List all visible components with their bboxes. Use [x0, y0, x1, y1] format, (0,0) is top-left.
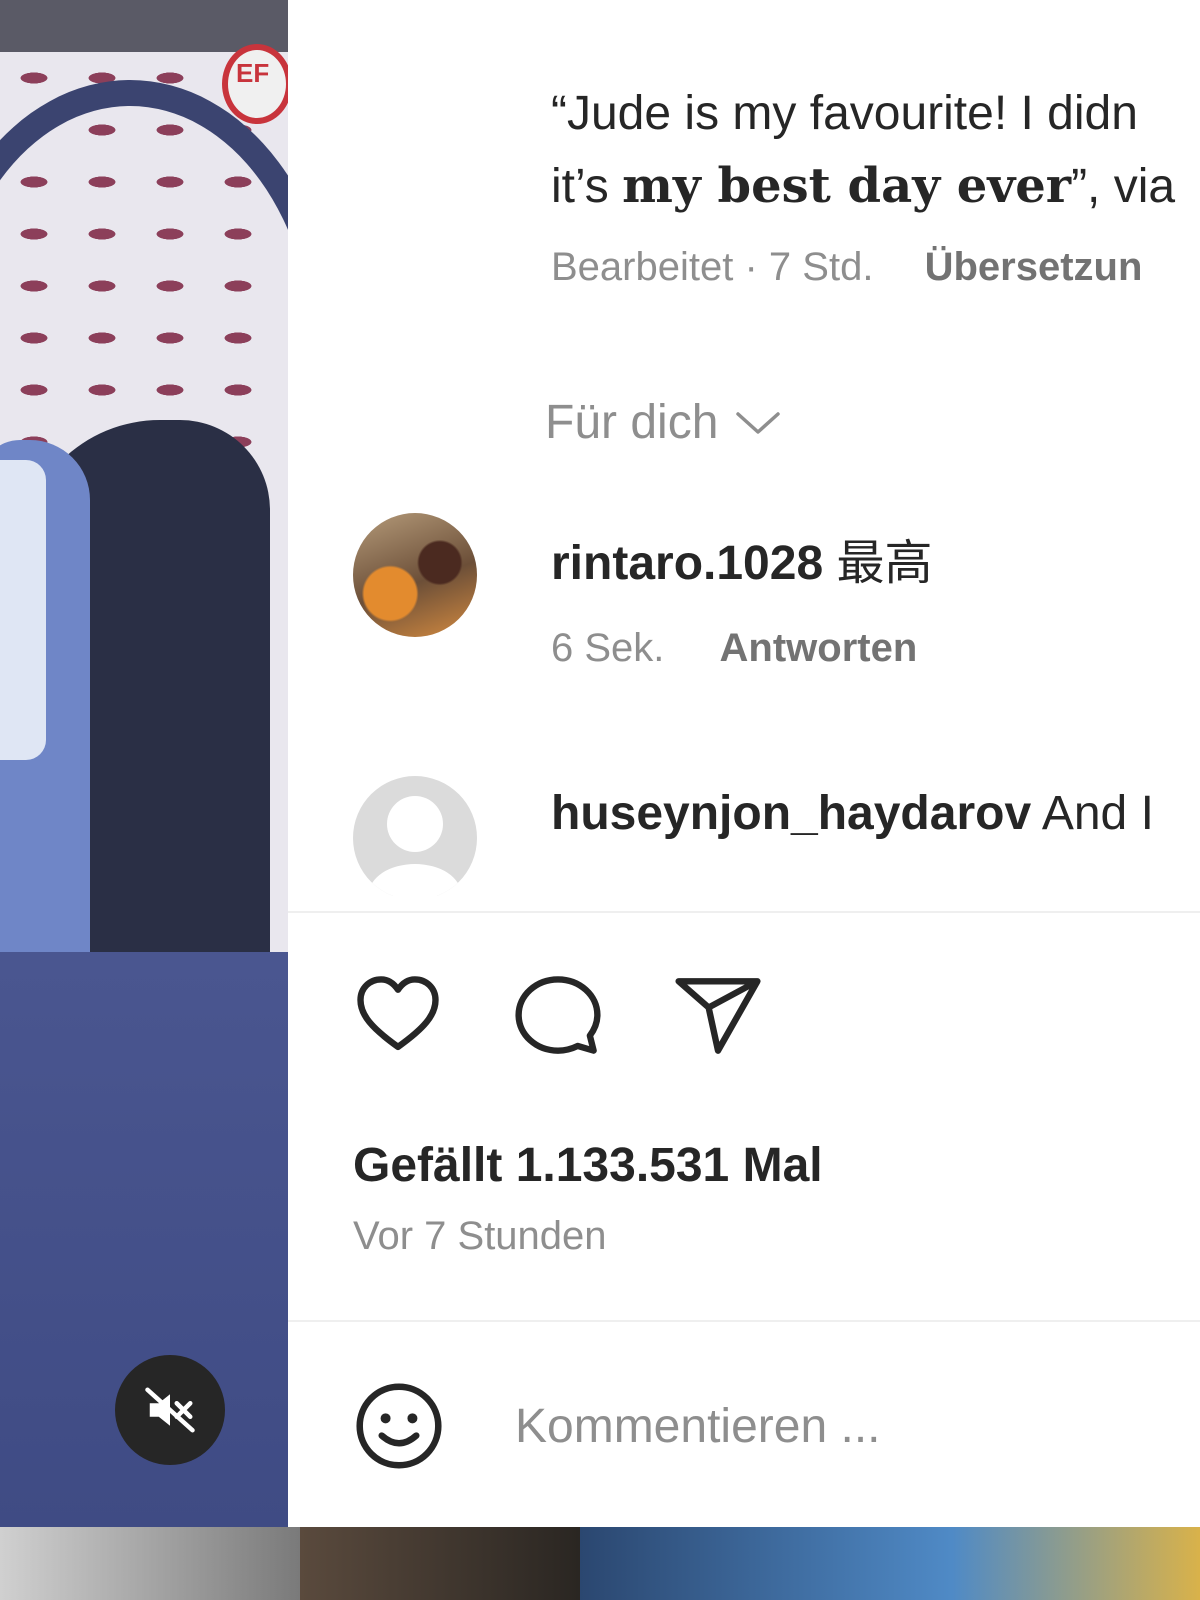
- caption-age: 7 Std.: [768, 245, 874, 289]
- post-caption: “Jude is my favourite! I didn it’s my be…: [551, 78, 1175, 223]
- reply-button[interactable]: Antworten: [720, 626, 918, 670]
- translate-link[interactable]: Übersetzun: [925, 245, 1143, 289]
- feed-thumbnail[interactable]: [580, 1527, 1200, 1600]
- comment-input[interactable]: [513, 1397, 1077, 1455]
- comment-body: And I: [1041, 787, 1154, 840]
- comment-username[interactable]: rintaro.1028: [551, 537, 823, 590]
- comment-item: huseynjon_haydarov And I: [353, 776, 1193, 896]
- default-profile-icon[interactable]: [353, 776, 477, 896]
- comment-composer: [353, 1380, 1077, 1472]
- caption-meta: Bearbeitet · 7 Std. Übersetzun: [551, 245, 1142, 290]
- caption-text: it’s: [551, 160, 623, 213]
- edited-label: Bearbeitet: [551, 245, 734, 289]
- feed-thumbnail[interactable]: [0, 1527, 300, 1600]
- meta-separator: ·: [744, 245, 758, 289]
- paper-plane-icon[interactable]: [673, 970, 763, 1060]
- comment-age: 6 Sek.: [551, 626, 665, 670]
- comment-text: rintaro.1028 最高: [551, 523, 933, 593]
- post-actions: [353, 970, 763, 1060]
- comment-username[interactable]: huseynjon_haydarov: [551, 787, 1031, 840]
- video-top-strip: [0, 0, 288, 52]
- post-details-panel: “Jude is my favourite! I didn it’s my be…: [288, 0, 1200, 1527]
- comment-bubble-icon[interactable]: [513, 970, 603, 1060]
- default-avatar-silhouette: [369, 796, 461, 896]
- speaker-muted-icon: [145, 1387, 195, 1433]
- caption-line-1: “Jude is my favourite! I didn: [551, 87, 1138, 140]
- feed-thumbnails: [0, 1527, 1200, 1600]
- video-sign-text: EF: [236, 58, 270, 88]
- comment-body: 最高: [836, 537, 933, 590]
- actions-divider: [288, 911, 1200, 913]
- caption-bold-text: my best day ever: [622, 158, 1072, 214]
- comments-sort-dropdown[interactable]: Für dich: [545, 395, 782, 450]
- comment-meta: 6 Sek. Antworten: [551, 626, 917, 671]
- caption-line-2: it’s my best day ever”, via: [551, 150, 1175, 223]
- post-timestamp: Vor 7 Stunden: [353, 1214, 607, 1258]
- composer-divider: [288, 1320, 1200, 1322]
- comment-item: rintaro.1028 最高 6 Sek. Antworten: [353, 513, 1193, 683]
- comments-sort-label: Für dich: [545, 396, 719, 449]
- feed-thumbnail[interactable]: [300, 1527, 580, 1600]
- chevron-down-icon: [736, 411, 781, 434]
- mute-button[interactable]: [115, 1355, 225, 1465]
- heart-icon[interactable]: [353, 970, 443, 1060]
- likes-count[interactable]: Gefällt 1.133.531 Mal: [353, 1138, 823, 1193]
- video-figure-highlight: [0, 460, 46, 760]
- smiley-icon[interactable]: [353, 1380, 445, 1472]
- comment-text: huseynjon_haydarov And I: [551, 786, 1154, 841]
- caption-text-end: ”, via: [1071, 160, 1176, 213]
- post-video[interactable]: EF: [0, 0, 288, 1527]
- avatar[interactable]: [353, 513, 477, 637]
- video-sign: EF: [222, 44, 288, 124]
